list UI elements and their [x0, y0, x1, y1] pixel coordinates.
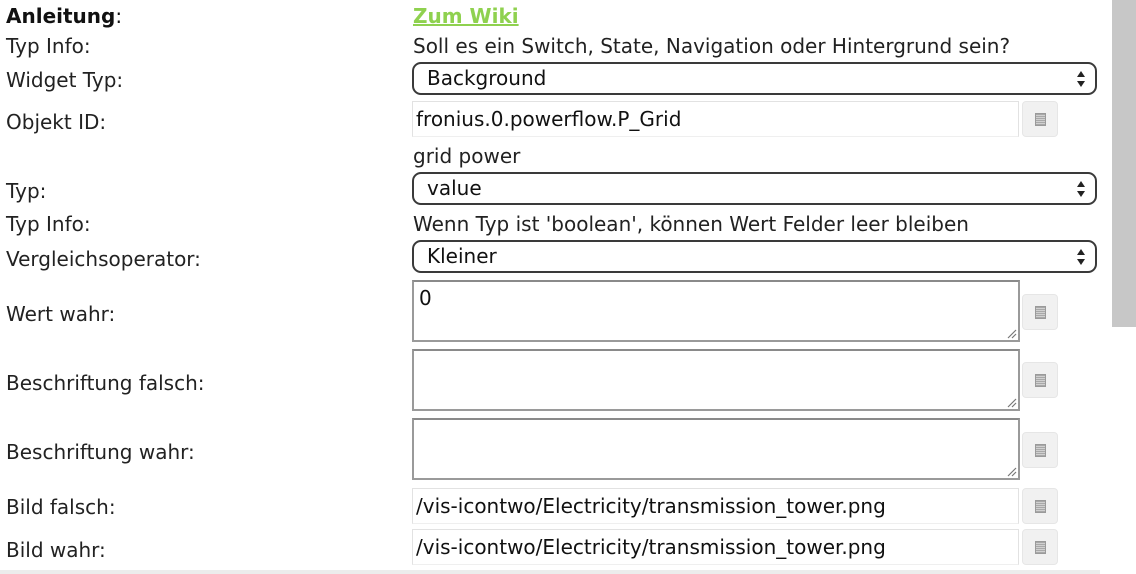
objekt-id-label: Objekt ID: [6, 110, 107, 134]
wert-wahr-textarea[interactable]: 0 [412, 280, 1020, 342]
typ-select[interactable]: value [412, 172, 1097, 205]
resize-grip-icon[interactable] [1005, 465, 1017, 477]
typ-label: Typ: [6, 179, 47, 203]
typ-info-label: Typ Info: [6, 34, 91, 58]
bild-falsch-label: Bild falsch: [6, 495, 116, 519]
typ-info-text-2: Wenn Typ ist 'boolean', können Wert Feld… [413, 212, 969, 236]
beschriftung-wahr-picker-button[interactable] [1022, 432, 1058, 468]
bild-wahr-picker-button[interactable] [1022, 529, 1058, 565]
widget-typ-select[interactable]: Background [412, 62, 1097, 95]
beschriftung-falsch-label: Beschriftung falsch: [6, 371, 205, 395]
object-picker-icon [1035, 113, 1046, 126]
typ-selected: value [427, 176, 482, 200]
vergleichsoperator-label: Vergleichsoperator: [6, 247, 201, 271]
wert-wahr-label: Wert wahr: [6, 302, 116, 326]
vergleichsoperator-selected: Kleiner [427, 244, 497, 268]
wert-wahr-picker-button[interactable] [1022, 294, 1058, 330]
typ-info-text: Soll es ein Switch, State, Navigation od… [413, 34, 1011, 58]
anleitung-label: Anleitung: [6, 4, 123, 28]
updown-arrows-icon [1077, 71, 1085, 87]
typ-info-label-2: Typ Info: [6, 212, 91, 236]
beschriftung-wahr-textarea[interactable] [412, 418, 1020, 480]
resize-grip-icon[interactable] [1005, 327, 1017, 339]
wiki-link[interactable]: Zum Wiki [413, 4, 519, 28]
object-picker-icon [1035, 500, 1046, 513]
objekt-id-input[interactable]: fronius.0.powerflow.P_Grid [412, 101, 1019, 137]
object-picker-icon [1035, 541, 1046, 554]
bottom-divider [0, 570, 1100, 574]
bild-wahr-input[interactable]: /vis-icontwo/Electricity/transmission_to… [412, 529, 1019, 565]
resize-grip-icon[interactable] [1005, 396, 1017, 408]
vergleichsoperator-select[interactable]: Kleiner [412, 240, 1097, 273]
bild-wahr-label: Bild wahr: [6, 538, 106, 562]
object-picker-icon [1035, 444, 1046, 457]
wert-wahr-value: 0 [419, 286, 432, 310]
object-picker-icon [1035, 306, 1046, 319]
bild-falsch-picker-button[interactable] [1022, 488, 1058, 524]
object-picker-icon [1035, 374, 1046, 387]
widget-typ-selected: Background [427, 66, 547, 90]
updown-arrows-icon [1077, 181, 1085, 197]
beschriftung-falsch-textarea[interactable] [412, 349, 1020, 411]
bild-falsch-input[interactable]: /vis-icontwo/Electricity/transmission_to… [412, 488, 1019, 524]
beschriftung-wahr-label: Beschriftung wahr: [6, 440, 195, 464]
widget-typ-label: Widget Typ: [6, 68, 124, 92]
vertical-scrollbar-thumb[interactable] [1112, 0, 1136, 327]
objekt-id-hint: grid power [413, 144, 521, 168]
objekt-id-picker-button[interactable] [1022, 101, 1058, 137]
updown-arrows-icon [1077, 249, 1085, 265]
beschriftung-falsch-picker-button[interactable] [1022, 362, 1058, 398]
